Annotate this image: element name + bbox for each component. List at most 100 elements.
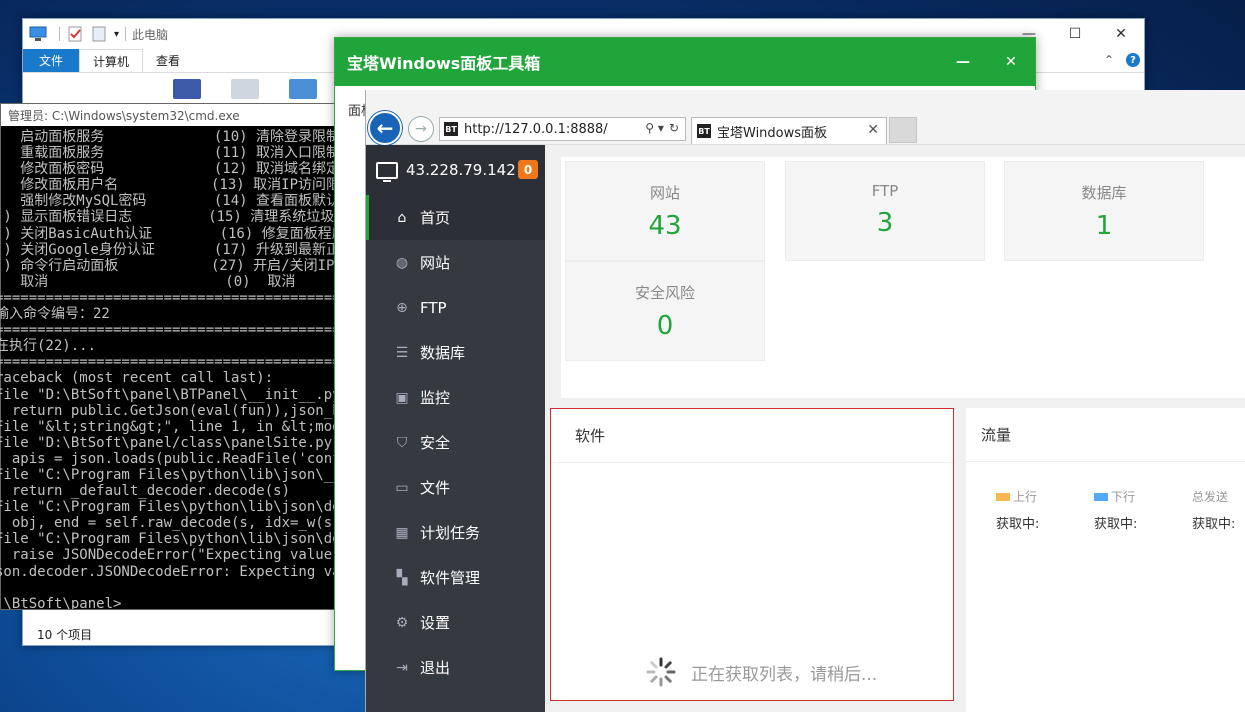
search-icon[interactable]: ⚲ ▾ [645, 121, 664, 135]
sidebar-item-label: 监控 [420, 389, 451, 407]
cmd-window: 管理员: C:\Windows\system32\cmd.exe 启动面板服务 … [0, 103, 336, 610]
sidebar-item-label: 数据库 [420, 344, 466, 362]
browser-navbar: ← → BT http://127.0.0.1:8888/ ⚲ ▾ ↻ BT 宝… [366, 90, 1245, 145]
sidebar-item-label: 软件管理 [420, 569, 481, 587]
apps-icon: ▚ [396, 569, 408, 586]
drive-icon[interactable] [231, 79, 259, 99]
stat-label: 数据库 [1081, 184, 1127, 202]
sidebar-item-shield[interactable]: ⛉ 安全 [366, 420, 545, 465]
loading-text: 正在获取列表，请稍后... [691, 664, 878, 685]
sidebar-item-label: 退出 [420, 659, 451, 677]
stat-value: 1 [1095, 211, 1113, 241]
media-icon[interactable] [173, 79, 201, 99]
toolbox-title: 宝塔Windows面板工具箱 [347, 54, 541, 73]
sidebar-item-label: 文件 [420, 479, 451, 497]
tab-favicon-icon: BT [697, 124, 711, 138]
cmd-output[interactable]: 启动面板服务 (10) 清除登录限制 重载面板服务 (11) 取消入口限制 修改… [0, 126, 335, 609]
stat-card-ftp[interactable]: FTP 3 [785, 161, 985, 261]
desktop: ▾ 此电脑 — ☐ ✕ 文件 计算机 查看 ⌃ ? 10 个项目 管理员: C:… [0, 0, 1245, 712]
folder-icon: ▭ [395, 479, 409, 496]
traffic-panel: 流量 上行 获取中: 下行 获取中: 总发送 获取中: [966, 408, 1245, 712]
sidebar-item-globe[interactable]: ◍ 网站 [366, 240, 545, 285]
traffic-total-sent: 总发送 获取中: [1192, 488, 1235, 532]
toolbox-titlebar: 宝塔Windows面板工具箱 — ✕ [335, 38, 1035, 86]
stat-card-security-risk[interactable]: 安全风险 0 [565, 261, 765, 361]
software-title: 软件 [551, 409, 953, 463]
stat-card-database[interactable]: 数据库 1 [1004, 161, 1204, 261]
traffic-label: 下行 [1111, 490, 1136, 504]
sidebar-item-monitor[interactable]: ▣ 监控 [366, 375, 545, 420]
sidebar-item-ftp[interactable]: ⊕ FTP [366, 285, 545, 330]
forward-button[interactable]: → [408, 116, 434, 142]
traffic-download: 下行 获取中: [1094, 488, 1137, 532]
sidebar-item-home[interactable]: ⌂ 首页 [366, 195, 545, 240]
database-icon: ☰ [395, 344, 409, 361]
cmd-titlebar: 管理员: C:\Windows\system32\cmd.exe [1, 104, 335, 126]
stat-value: 3 [876, 208, 894, 238]
ftp-icon: ⊕ [396, 299, 408, 316]
sidebar-item-database[interactable]: ☰ 数据库 [366, 330, 545, 375]
traffic-upload: 上行 获取中: [996, 488, 1039, 532]
tab-computer[interactable]: 计算机 [79, 49, 144, 72]
network-icon[interactable] [289, 79, 317, 99]
computer-icon [29, 26, 47, 41]
stat-label: FTP [871, 182, 899, 200]
sidebar-item-label: 首页 [420, 209, 451, 227]
refresh-icon[interactable]: ↻ [669, 121, 679, 135]
browser-window: ← → BT http://127.0.0.1:8888/ ⚲ ▾ ↻ BT 宝… [365, 90, 1245, 712]
stat-value: 0 [656, 311, 674, 341]
new-folder-icon[interactable] [90, 26, 108, 42]
ribbon-collapse-icon[interactable]: ⌃ [1104, 53, 1114, 67]
tab-title: 宝塔Windows面板 [717, 125, 828, 141]
toolbox-close-button[interactable]: ✕ [987, 38, 1035, 86]
globe-icon: ◍ [395, 254, 409, 271]
software-loading: 正在获取列表，请稍后... [645, 656, 877, 688]
cmd-title: 管理员: C:\Windows\system32\cmd.exe [8, 108, 240, 123]
stat-card-sites[interactable]: 网站 43 [565, 161, 765, 261]
tab-close-icon[interactable]: ✕ [867, 122, 879, 138]
maximize-button[interactable]: ☐ [1052, 19, 1098, 49]
traffic-value: 获取中: [1192, 517, 1236, 532]
traffic-value: 获取中: [1094, 517, 1138, 532]
upload-legend-swatch [996, 492, 1010, 501]
quick-access-dropdown-icon[interactable]: ▾ [114, 29, 119, 40]
calendar-icon: ▦ [395, 524, 409, 541]
sidebar-item-logout[interactable]: ⇥ 退出 [366, 645, 545, 690]
stat-label: 安全风险 [634, 284, 695, 302]
sidebar-item-gear[interactable]: ⚙ 设置 [366, 600, 545, 645]
overview-panel: 网站 43 FTP 3 数据库 1 安全风险 0 [561, 157, 1245, 398]
sidebar-item-folder[interactable]: ▭ 文件 [366, 465, 545, 510]
sidebar-item-label: 网站 [420, 254, 451, 272]
toolbox-minimize-button[interactable]: — [939, 38, 987, 86]
help-icon[interactable]: ? [1126, 53, 1140, 67]
panel-sidebar: 43.228.79.142 0 ⌂ 首页 ◍ 网站 ⊕ FTP ☰ 数据库 ▣ 监控 ⛉ 安全 ▭ 文件 ▦… [366, 145, 545, 712]
gear-icon: ⚙ [395, 614, 409, 631]
traffic-label: 总发送 [1192, 490, 1229, 504]
server-info: 43.228.79.142 0 [366, 145, 545, 195]
loading-spinner-icon [646, 657, 676, 687]
tab-file[interactable]: 文件 [23, 49, 80, 72]
traffic-label: 上行 [1013, 490, 1038, 504]
stat-label: 网站 [649, 184, 680, 202]
sidebar-item-label: 设置 [420, 614, 451, 632]
url-text[interactable]: http://127.0.0.1:8888/ [464, 122, 608, 137]
sidebar-item-apps[interactable]: ▚ 软件管理 [366, 555, 545, 600]
software-panel: 软件 正在获取列表，请稍后... [550, 408, 954, 701]
close-button[interactable]: ✕ [1098, 19, 1144, 49]
sidebar-item-label: 计划任务 [420, 524, 481, 542]
sidebar-item-calendar[interactable]: ▦ 计划任务 [366, 510, 545, 555]
tab-view[interactable]: 查看 [143, 49, 193, 72]
back-button[interactable]: ← [368, 111, 402, 145]
traffic-value: 获取中: [996, 517, 1040, 532]
shield-icon: ⛉ [396, 434, 408, 451]
sidebar-item-label: FTP [420, 298, 447, 317]
logout-icon: ⇥ [396, 659, 408, 676]
properties-icon[interactable] [66, 26, 84, 42]
monitor-icon [376, 161, 398, 182]
new-tab-button[interactable] [889, 117, 917, 143]
address-bar[interactable]: BT http://127.0.0.1:8888/ ⚲ ▾ ↻ [439, 117, 686, 141]
browser-tab[interactable]: BT 宝塔Windows面板 ✕ [691, 117, 887, 144]
sidebar-menu: ⌂ 首页 ◍ 网站 ⊕ FTP ☰ 数据库 ▣ 监控 ⛉ 安全 ▭ 文件 ▦ 计划任务 ▚ 软件管理 ⚙ 设置 ⇥ 退出 [366, 195, 545, 690]
notification-badge[interactable]: 0 [518, 160, 538, 179]
sidebar-item-label: 安全 [420, 434, 451, 452]
